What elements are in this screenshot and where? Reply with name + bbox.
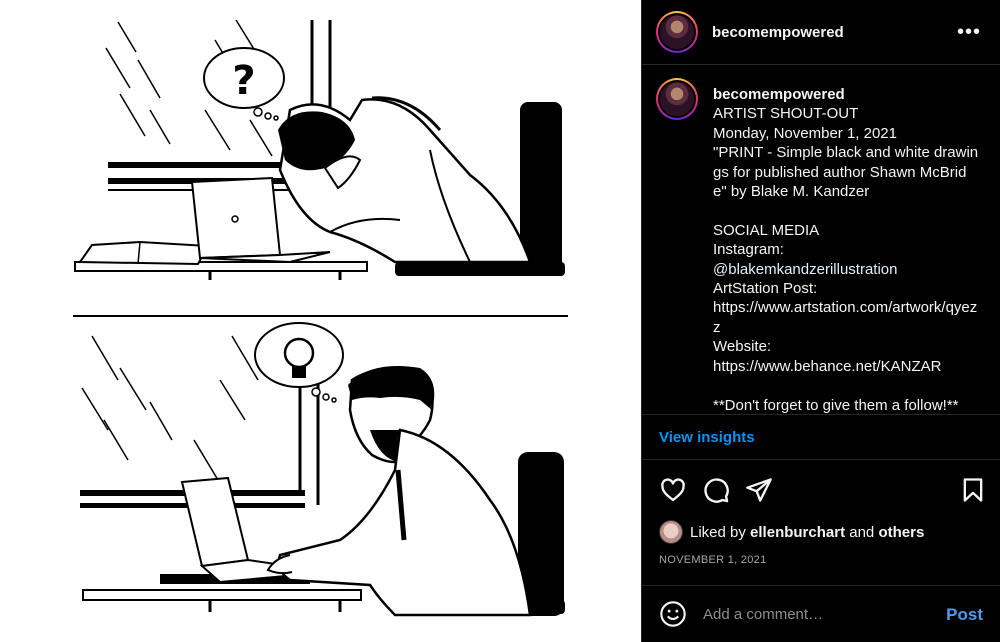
liked-others-link[interactable]: others [878,524,924,541]
question-mark: ? [232,58,255,104]
post-details-panel: becomempowered ••• becomempowered ARTIST… [641,0,1000,642]
liker-avatar[interactable] [659,520,683,544]
question-thought-bubble: ? [203,47,285,121]
post-image[interactable]: ? [0,0,641,642]
post-actions [642,470,1000,510]
caption-section: becomempowered ARTIST SHOUT-OUT Monday, … [642,66,1000,414]
post-comment-button[interactable]: Post [946,605,983,625]
caption-body-top: ARTIST SHOUT-OUT Monday, November 1, 202… [713,105,979,259]
caption-body-bottom: ArtStation Post: https://www.artstation.… [713,280,978,414]
heart-icon[interactable] [659,476,687,504]
comment-input[interactable]: Add a comment… [703,606,923,623]
bottom-panel [80,322,565,617]
caption-author-avatar[interactable] [656,78,698,120]
view-insights-link[interactable]: View insights [642,414,1000,460]
share-icon[interactable] [745,476,773,504]
liked-and: and [849,523,875,541]
liked-user-link[interactable]: ellenburchart [750,524,845,541]
likes-summary: Liked by ellenburchart and others [659,519,924,545]
more-horizontal-icon[interactable]: ••• [957,22,981,42]
lightbulb-icon [283,337,315,369]
post-header: becomempowered ••• [642,0,1000,65]
author-username[interactable]: becomempowered [712,24,844,41]
author-avatar[interactable] [656,11,698,53]
liked-prefix: Liked by [690,523,746,541]
caption-username[interactable]: becomempowered [713,86,845,103]
top-panel: ? [74,19,565,280]
post-date[interactable]: NOVEMBER 1, 2021 [659,554,767,566]
comment-bar: Add a comment… Post [642,585,1000,642]
caption-mention-link[interactable]: @blakemkandzerillustration [713,261,897,278]
emoji-icon[interactable] [659,600,687,628]
comment-icon[interactable] [702,476,730,504]
bookmark-icon[interactable] [959,476,987,504]
post-illustration: ? [73,19,568,617]
caption-text: becomempowered ARTIST SHOUT-OUT Monday, … [713,85,979,414]
